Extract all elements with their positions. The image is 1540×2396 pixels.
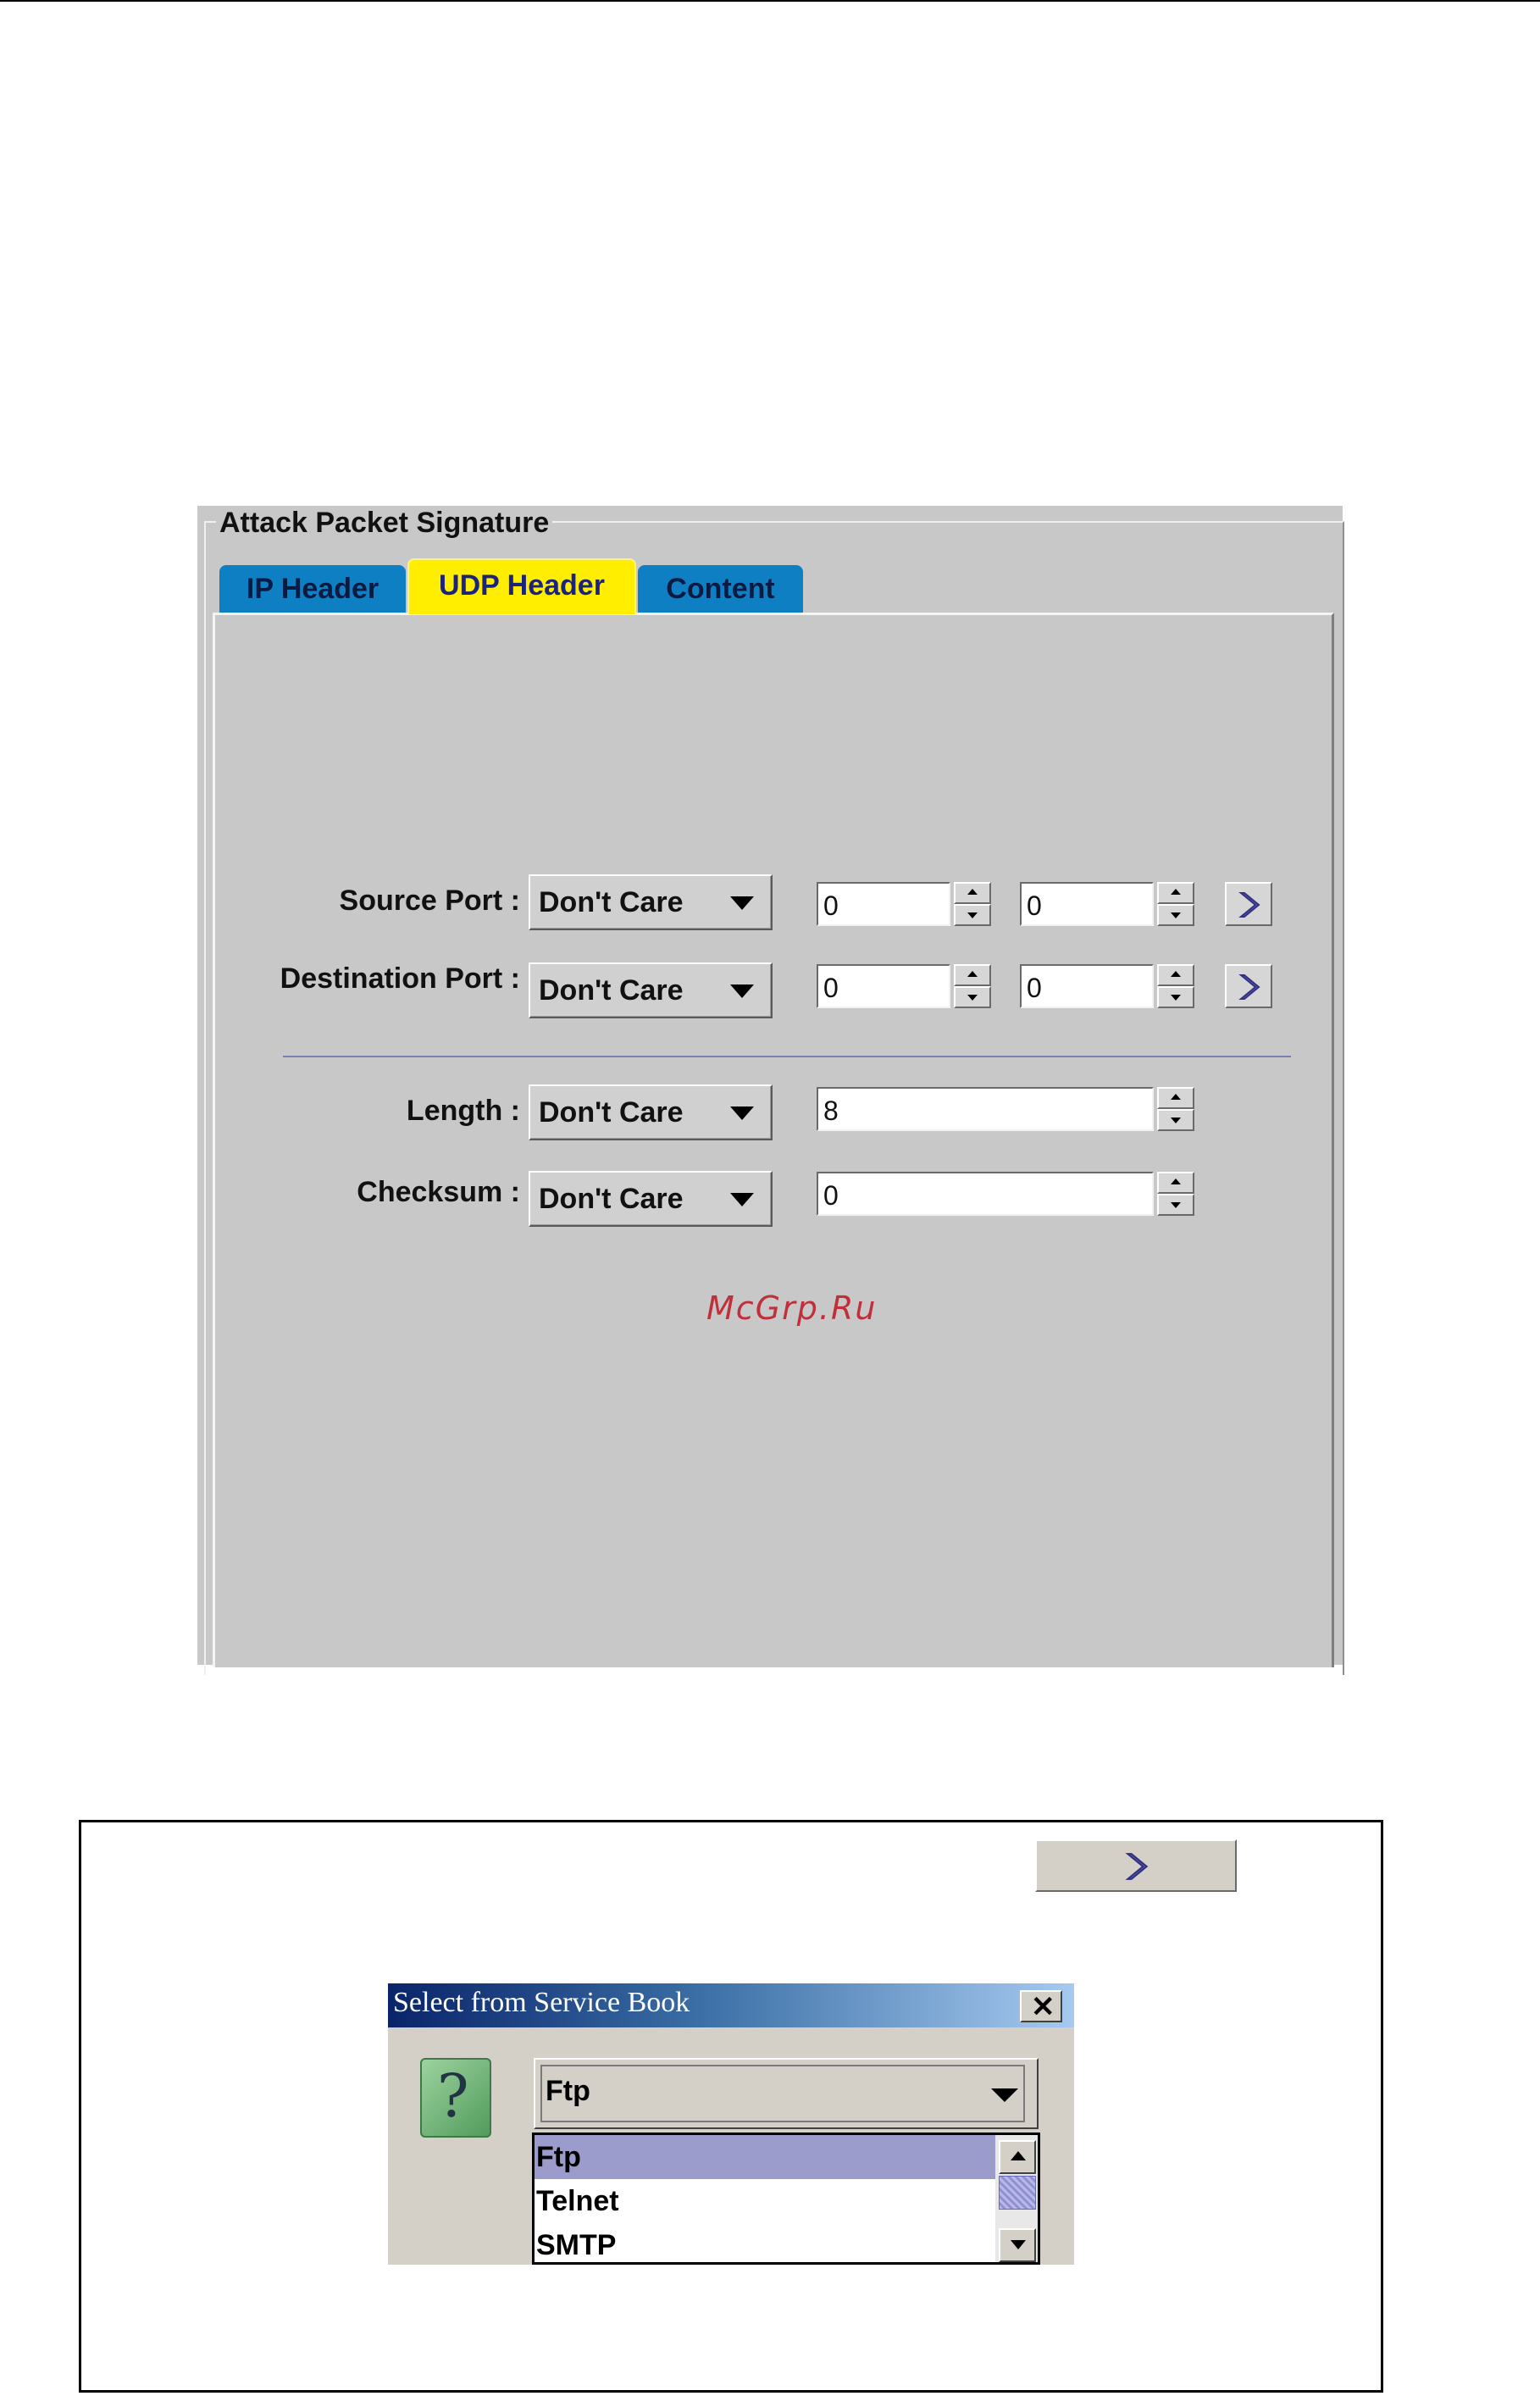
list-item-smtp[interactable]: SMTP — [535, 2223, 997, 2265]
dialog-title: Select from Service Book — [393, 1987, 690, 2018]
source-port-from-input[interactable]: 0 — [817, 882, 950, 926]
dropdown-arrow-icon — [730, 1106, 754, 1120]
attack-packet-signature-panel: Attack Packet Signature IP Header UDP He… — [197, 506, 1344, 1675]
length-mode-select[interactable]: Don't Care — [529, 1084, 773, 1140]
tab-ip-header[interactable]: IP Header — [219, 565, 406, 613]
destination-port-to-value: 0 — [1027, 973, 1042, 1003]
source-port-service-button[interactable] — [1225, 882, 1272, 926]
spinner-up-icon[interactable] — [954, 882, 991, 904]
spinner-down-icon[interactable] — [1157, 1109, 1194, 1131]
section-separator — [283, 1056, 1291, 1057]
destination-port-from-value: 0 — [823, 973, 839, 1003]
spinner-up-icon[interactable] — [1157, 1087, 1194, 1109]
spinner-up-icon[interactable] — [1157, 882, 1194, 904]
destination-port-mode-value: Don't Care — [539, 974, 684, 1007]
service-list-scrollbar[interactable] — [995, 2135, 1038, 2262]
dropdown-arrow-icon — [991, 2088, 1018, 2102]
spinner-down-icon[interactable] — [954, 986, 991, 1008]
service-book-illustration-box: Select from Service Book ✕ ? Ftp Ftp Tel… — [79, 1820, 1383, 2393]
list-item-telnet[interactable]: Telnet — [535, 2179, 997, 2223]
checksum-mode-select[interactable]: Don't Care — [529, 1171, 773, 1227]
scroll-down-icon[interactable] — [999, 2228, 1036, 2262]
source-port-to-input[interactable]: 0 — [1020, 882, 1154, 926]
chevron-right-icon — [1125, 1853, 1149, 1880]
source-port-to-spinner[interactable] — [1157, 882, 1194, 926]
page-top-rule — [0, 0, 1540, 2]
close-icon: ✕ — [1031, 1991, 1055, 2023]
dialog-titlebar: Select from Service Book ✕ — [388, 1983, 1074, 2027]
length-value: 8 — [823, 1095, 839, 1126]
spinner-down-icon[interactable] — [1157, 904, 1194, 926]
group-title: Attack Packet Signature — [216, 506, 553, 540]
question-mark-icon: ? — [420, 2058, 491, 2138]
destination-port-service-button[interactable] — [1225, 964, 1272, 1008]
destination-port-from-spinner[interactable] — [954, 964, 991, 1008]
dialog-close-button[interactable]: ✕ — [1020, 1990, 1062, 2023]
spinner-up-icon[interactable] — [954, 964, 991, 986]
checksum-input[interactable]: 0 — [817, 1172, 1154, 1216]
service-list[interactable]: Ftp Telnet SMTP — [532, 2133, 1040, 2265]
chevron-right-icon — [1238, 974, 1260, 1000]
source-port-mode-value: Don't Care — [539, 886, 684, 918]
chevron-right-icon — [1238, 892, 1260, 918]
tab-udp-header[interactable]: UDP Header — [407, 558, 636, 614]
checksum-label: Checksum : — [357, 1176, 520, 1208]
checksum-value: 0 — [823, 1180, 839, 1211]
list-item-ftp[interactable]: Ftp — [535, 2135, 997, 2179]
scroll-thumb[interactable] — [999, 2176, 1036, 2210]
length-label: Length : — [406, 1095, 520, 1127]
udp-header-tab-body: Source Port : Don't Care 0 0 Destination… — [213, 613, 1334, 1667]
scroll-up-icon[interactable] — [999, 2140, 1036, 2174]
checksum-mode-value: Don't Care — [539, 1183, 684, 1215]
dropdown-arrow-icon — [730, 984, 754, 998]
service-select-value: Ftp — [546, 2075, 590, 2107]
source-port-mode-select[interactable]: Don't Care — [529, 874, 773, 930]
source-port-from-value: 0 — [823, 890, 839, 921]
spinner-down-icon[interactable] — [1157, 1194, 1194, 1216]
source-port-label: Source Port : — [339, 885, 520, 917]
service-select-inner — [540, 2065, 1025, 2122]
checksum-spinner[interactable] — [1157, 1172, 1194, 1216]
destination-port-from-input[interactable]: 0 — [817, 964, 950, 1008]
spinner-up-icon[interactable] — [1157, 964, 1194, 986]
service-select[interactable]: Ftp — [534, 2058, 1039, 2129]
tab-content[interactable]: Content — [638, 565, 803, 613]
spinner-down-icon[interactable] — [954, 904, 991, 926]
length-mode-value: Don't Care — [539, 1096, 684, 1129]
source-port-to-value: 0 — [1027, 890, 1042, 921]
destination-port-to-spinner[interactable] — [1157, 964, 1194, 1008]
dropdown-arrow-icon — [730, 1193, 754, 1206]
select-service-book-dialog: Select from Service Book ✕ ? Ftp Ftp Tel… — [388, 1983, 1074, 2265]
destination-port-label: Destination Port : — [280, 962, 520, 995]
destination-port-to-input[interactable]: 0 — [1020, 964, 1154, 1008]
service-book-button[interactable] — [1035, 1839, 1237, 1892]
spinner-down-icon[interactable] — [1157, 986, 1194, 1008]
spinner-up-icon[interactable] — [1157, 1172, 1194, 1194]
length-input[interactable]: 8 — [817, 1087, 1154, 1131]
source-port-from-spinner[interactable] — [954, 882, 991, 926]
watermark: McGrp.Ru — [706, 1290, 878, 1327]
length-spinner[interactable] — [1157, 1087, 1194, 1131]
destination-port-mode-select[interactable]: Don't Care — [529, 962, 773, 1018]
dropdown-arrow-icon — [730, 896, 754, 910]
